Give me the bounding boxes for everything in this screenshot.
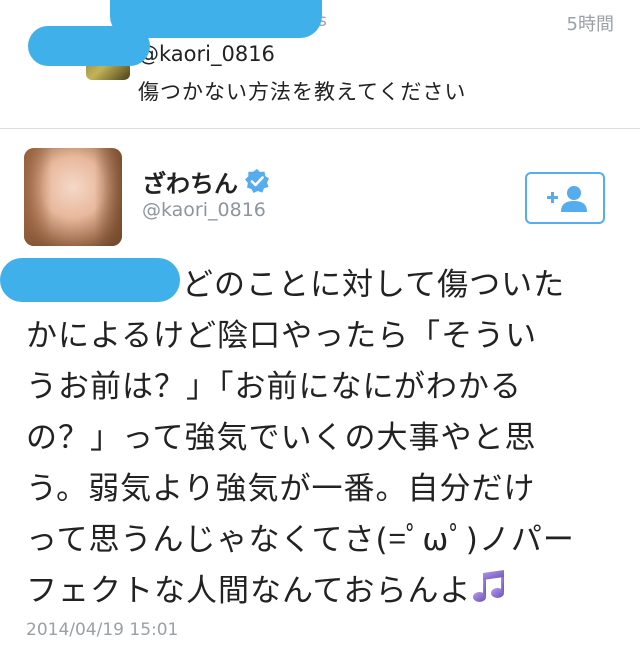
tweet-detail-screen: s 5時間 @kaori_0816 傷つかない方法を教えてください ざわちん @…	[0, 0, 640, 646]
reply-mention-link[interactable]: @kaori_0816	[138, 42, 275, 66]
reply-text: 傷つかない方法を教えてください	[138, 80, 467, 104]
tweet-timestamp: 2014/04/19 15:01	[26, 620, 179, 640]
tweet-line-last: フェクトな人間なんておらんよ	[26, 566, 626, 617]
tweet-body: どのことに対して傷ついた かによるけど陰口やったら「そうい うお前は？」「お前に…	[26, 260, 626, 617]
music-note-icon	[472, 570, 504, 602]
add-user-icon	[547, 186, 587, 212]
reply-timestamp: 5時間	[566, 14, 614, 35]
tweet-line-text: フェクトな人間なんておらんよ	[26, 573, 472, 609]
redaction-mark	[0, 258, 180, 302]
tweet-line: うお前は？」「お前になにがわかる	[26, 369, 522, 405]
author-display-name[interactable]: ざわちん	[142, 164, 238, 199]
redaction-mark	[28, 26, 150, 66]
avatar-photo	[24, 148, 122, 246]
tweet-line: の？」って強気でいくの大事やと思	[26, 420, 537, 456]
follow-button[interactable]	[525, 172, 605, 224]
author-handle[interactable]: @kaori_0816	[142, 199, 266, 221]
divider	[0, 128, 640, 129]
tweet-line: う。弱気より強気が一番。自分だけ	[26, 471, 536, 507]
tweet-line: って思うんじゃなくてさ(=ﾟωﾟ)ノパー	[26, 522, 575, 558]
verified-badge-icon	[245, 169, 269, 193]
author-avatar[interactable]	[24, 148, 122, 246]
tweet-line: かによるけど陰口やったら「そうい	[26, 318, 538, 354]
